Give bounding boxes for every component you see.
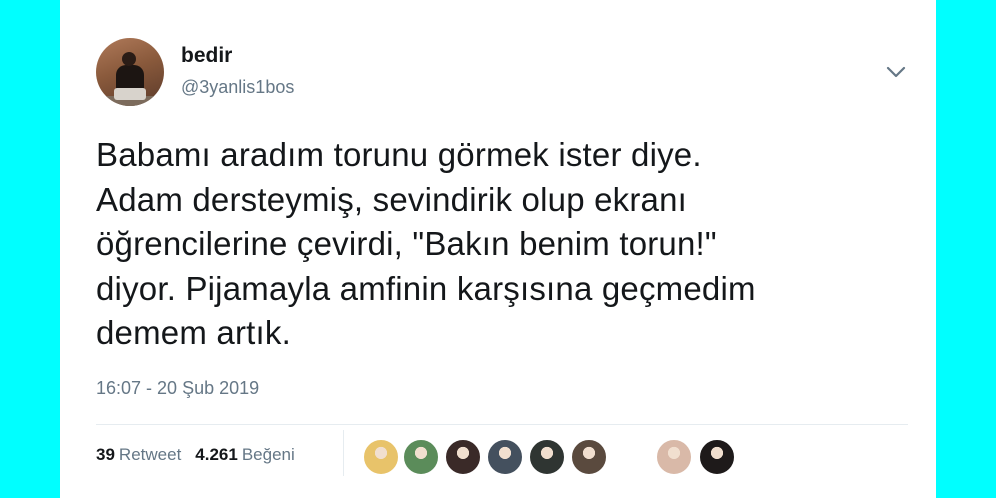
tweet-text-line: demem artık. [96,314,291,351]
retweet-label: Retweet [118,445,182,464]
stats-separator [343,430,344,476]
avatar-figure-legs [114,88,146,100]
liker-avatar[interactable] [571,439,607,475]
retweet-stat[interactable]: 39 Retweet [96,445,181,464]
divider [96,424,908,425]
tweet-text-line: Babamı aradım torunu görmek ister diye. [96,136,702,173]
like-label: Beğeni [241,445,295,464]
author-avatar[interactable] [96,38,164,106]
author-handle[interactable]: @3yanlis1bos [181,77,294,98]
tweet-text: Babamı aradım torunu görmek ister diye. … [96,133,916,356]
author-name[interactable]: bedir [181,44,232,68]
tweet-timestamp[interactable]: 16:07 - 20 Şub 2019 [96,378,259,399]
chevron-down-icon[interactable] [882,60,910,84]
retweet-count: 39 [96,445,115,464]
tweet-text-line: diyor. Pijamayla amfinin karşısına geçme… [96,269,756,307]
liker-avatar[interactable] [529,439,565,475]
tweet-card: bedir @3yanlis1bos Babamı aradım torunu … [60,0,936,498]
liker-avatar[interactable] [445,439,481,475]
tweet-text-line: Adam dersteymiş, sevindirik olup ekranı [96,180,688,218]
liker-avatar[interactable] [487,439,523,475]
liker-avatar[interactable] [363,439,399,475]
liker-avatar[interactable] [403,439,439,475]
liker-avatar[interactable] [656,439,692,475]
like-count: 4.261 [195,445,238,464]
like-stat[interactable]: 4.261 Beğeni [195,445,294,464]
avatar-figure-head [122,52,136,66]
liker-avatar[interactable] [699,439,735,475]
tweet-text-line: öğrencilerine çevirdi, "Bakın benim toru… [96,225,717,262]
tweet-stats: 39 Retweet 4.261 Beğeni [96,445,295,469]
